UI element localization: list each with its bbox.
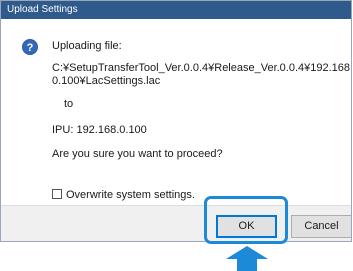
ok-highlight-box [204, 196, 288, 244]
upload-settings-dialog: Upload Settings ? Uploading file: C:¥Set… [0, 0, 352, 242]
svg-text:?: ? [27, 42, 34, 54]
uploading-heading: Uploading file: [52, 40, 122, 52]
overwrite-checkbox[interactable]: Overwrite system settings. [52, 188, 195, 202]
checkbox-label: Overwrite system settings. [66, 189, 195, 201]
question-icon: ? [22, 39, 38, 55]
checkbox-box[interactable] [52, 189, 62, 199]
file-path-line-2: 0.100¥LacSettings.lac [52, 75, 161, 87]
up-arrow-icon [226, 246, 268, 271]
confirm-question: Are you sure you want to proceed? [52, 148, 223, 160]
dialog-title: Upload Settings [1, 1, 351, 19]
to-label: to [64, 98, 74, 110]
file-path-line-1: C:¥SetupTransferTool_Ver.0.0.4¥Release_V… [52, 62, 352, 74]
ipu-address: IPU: 192.168.0.100 [52, 124, 147, 136]
cancel-button[interactable]: Cancel [291, 215, 351, 238]
